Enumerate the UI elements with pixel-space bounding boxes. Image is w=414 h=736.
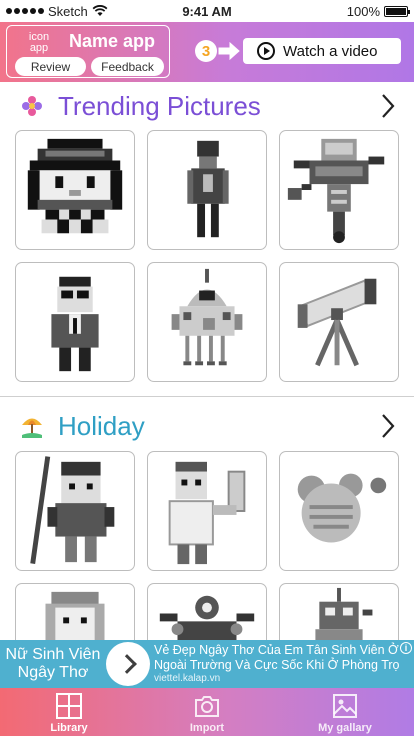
pixel-man-with-glasses-image: [51, 276, 99, 372]
tab-label: Library: [50, 722, 88, 734]
image-icon: [333, 694, 357, 718]
section-header-trending[interactable]: Trending Pictures: [0, 84, 414, 128]
chevron-right-icon[interactable]: [380, 93, 396, 119]
picture-tile-pixel-robot[interactable]: [279, 130, 399, 250]
ad-headline: Vẻ Đẹp Ngây Thơ Của Em Tân Sinh Viên Ở N…: [154, 643, 400, 672]
app-icon-placeholder: icon app: [28, 31, 50, 54]
status-right: 100%: [346, 3, 410, 19]
pixel-hockey-player-image: [30, 456, 115, 564]
flower-icon: [22, 96, 42, 116]
tab-label: Import: [189, 722, 225, 734]
tab-library[interactable]: Library: [0, 688, 138, 736]
picture-tile-pixel-hockey-player[interactable]: [15, 451, 135, 571]
status-left: Sketch: [6, 4, 108, 19]
review-button[interactable]: Review: [15, 57, 86, 76]
coin-count-badge: 3: [195, 40, 217, 62]
picture-tile-pixel-girl-bob-hair[interactable]: [15, 583, 135, 640]
signal-icon: [6, 8, 44, 14]
picture-tile-pixel-waving-man[interactable]: [147, 451, 267, 571]
play-icon: [257, 42, 275, 60]
grid-icon: [56, 693, 82, 719]
watch-video-button[interactable]: Watch a video: [243, 38, 401, 64]
status-bar: Sketch 9:41 AM 100%: [0, 0, 414, 22]
picture-tile-pixel-spider-robot[interactable]: [147, 583, 267, 640]
pixel-spider-robot-image: [159, 595, 255, 640]
battery-icon: [384, 5, 410, 17]
section-title: Trending Pictures: [58, 90, 261, 121]
library-content[interactable]: Trending Pictures Holiday: [0, 82, 414, 640]
picture-tile-pixel-girl-with-hat[interactable]: [15, 130, 135, 250]
ad-info-icon[interactable]: i: [400, 642, 412, 654]
feedback-button[interactable]: Feedback: [91, 57, 164, 76]
section-header-holiday[interactable]: Holiday: [0, 404, 414, 448]
app-name: Name app: [69, 31, 156, 51]
beach-umbrella-icon: [22, 418, 42, 438]
pixel-robot-image: [287, 138, 385, 244]
picture-tile-pixel-rocket-robot[interactable]: [147, 262, 267, 382]
pixel-mouse-image: [297, 473, 387, 543]
pixel-girl-bob-hair-image: [45, 591, 105, 640]
chevron-right-icon[interactable]: [380, 413, 396, 439]
app-info-card: icon app Name app Review Feedback: [6, 25, 170, 78]
pixel-telescope-image: [297, 278, 377, 367]
watch-video-label: Watch a video: [283, 42, 378, 60]
battery-percent: 100%: [346, 3, 380, 19]
section-title: Holiday: [58, 410, 145, 441]
section-divider: [0, 396, 414, 397]
ad-banner[interactable]: Nữ Sinh Viên Ngây Thơ Vẻ Đẹp Ngây Thơ Củ…: [0, 640, 414, 688]
pixel-waving-man-image: [168, 461, 246, 565]
picture-tile-pixel-tall-man[interactable]: [147, 130, 267, 250]
camera-icon: [195, 696, 219, 717]
pixel-small-robot-image: [315, 587, 373, 640]
picture-tile-pixel-man-with-glasses[interactable]: [15, 262, 135, 382]
tab-import[interactable]: Import: [138, 688, 276, 736]
ad-title: Nữ Sinh Viên Ngây Thơ: [5, 646, 101, 681]
picture-tile-pixel-telescope[interactable]: [279, 262, 399, 382]
app-header: icon app Name app Review Feedback 3 Watc…: [0, 22, 414, 82]
wifi-icon: [92, 5, 108, 16]
tab-label: My gallary: [318, 722, 372, 734]
carrier-label: Sketch: [48, 3, 88, 19]
ad-domain: viettel.kalap.vn: [154, 673, 221, 684]
pixel-girl-with-hat-image: [27, 138, 123, 234]
arrow-right-icon: [218, 42, 240, 60]
picture-tile-pixel-mouse[interactable]: [279, 451, 399, 571]
pixel-rocket-robot-image: [171, 268, 243, 366]
tab-my-gallery[interactable]: My gallary: [276, 688, 414, 736]
picture-tile-pixel-small-robot[interactable]: [279, 583, 399, 640]
tab-bar: Library Import My gallary: [0, 688, 414, 736]
pixel-tall-man-image: [187, 140, 229, 238]
ad-arrow-button[interactable]: [106, 642, 150, 686]
